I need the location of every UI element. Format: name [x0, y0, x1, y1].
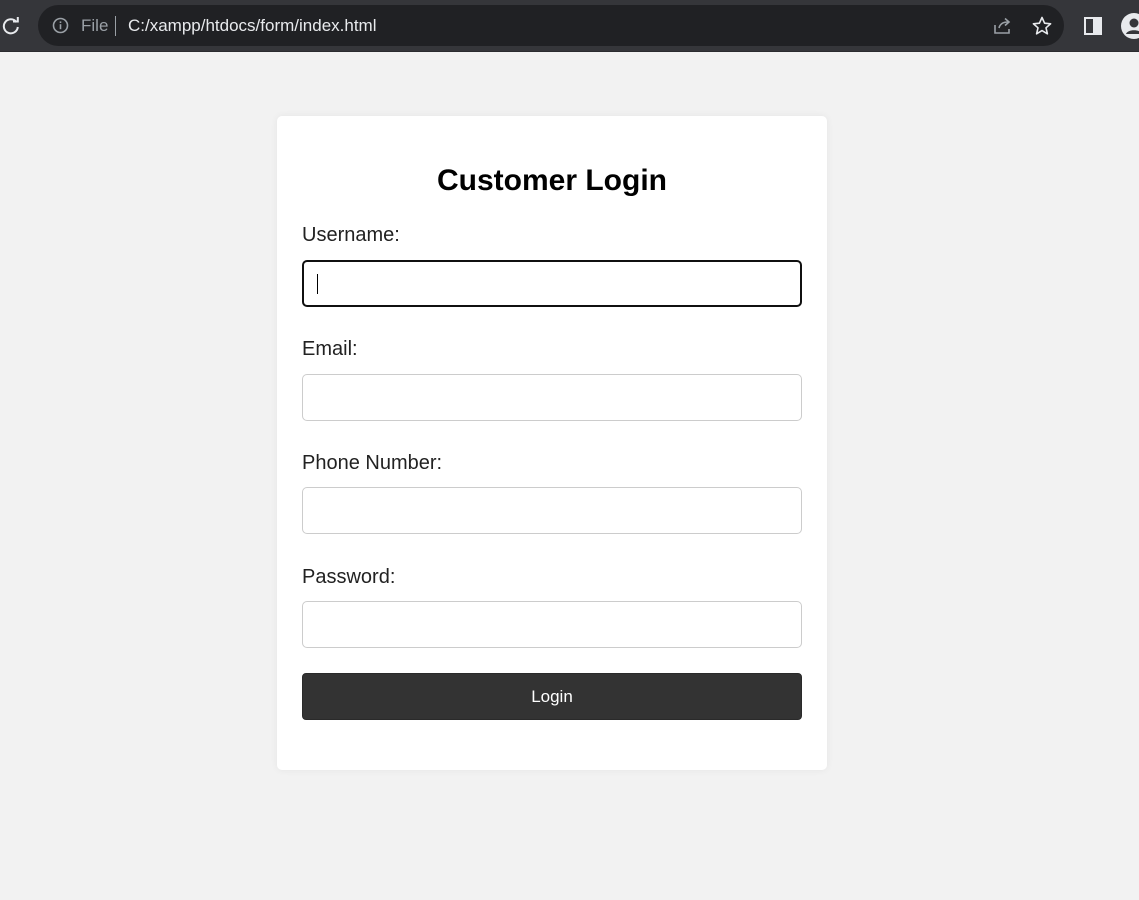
scheme-label: File	[81, 16, 109, 35]
phone-label: Phone Number:	[302, 452, 443, 474]
url-text[interactable]: C:/xampp/htdocs/form/index.html	[128, 5, 376, 46]
browser-toolbar: File C:/xampp/htdocs/form/index.html	[0, 0, 1139, 52]
omnibox-divider	[115, 16, 116, 36]
username-input[interactable]	[302, 260, 802, 307]
email-label: Email:	[302, 338, 358, 360]
password-label: Password:	[302, 566, 396, 588]
profile-icon[interactable]	[1120, 12, 1139, 40]
phone-input[interactable]	[302, 487, 802, 534]
star-icon[interactable]	[1031, 15, 1053, 37]
address-bar[interactable]: File C:/xampp/htdocs/form/index.html	[38, 5, 1064, 46]
username-label: Username:	[302, 224, 400, 246]
side-panel-icon[interactable]	[1083, 16, 1103, 36]
password-input[interactable]	[302, 601, 802, 648]
page-title: Customer Login	[437, 164, 667, 197]
info-icon[interactable]	[52, 17, 69, 34]
email-input[interactable]	[302, 374, 802, 421]
login-card: Customer Login Username: Email: Phone Nu…	[277, 116, 827, 770]
login-button[interactable]: Login	[302, 673, 802, 720]
share-icon[interactable]	[991, 15, 1013, 37]
text-caret	[317, 274, 318, 294]
reload-icon[interactable]	[0, 14, 22, 38]
